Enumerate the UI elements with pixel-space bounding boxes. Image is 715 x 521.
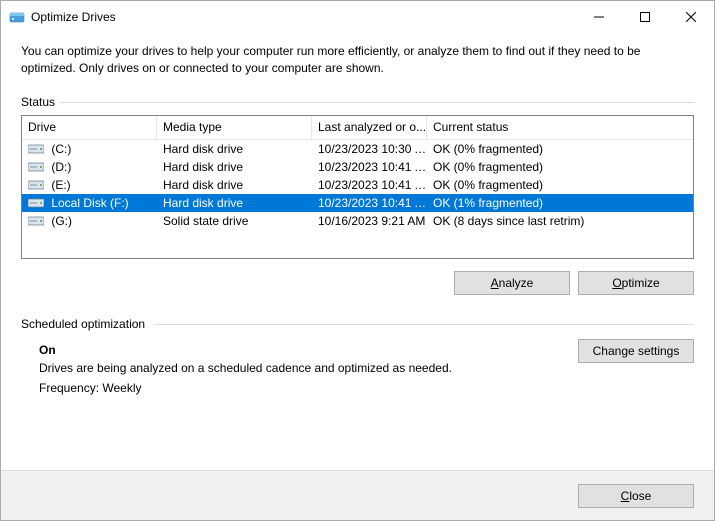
drive-table[interactable]: Drive Media type Last analyzed or o... C…: [21, 115, 694, 259]
cell-drive: Local Disk (F:): [22, 196, 157, 210]
close-dialog-button[interactable]: Close: [578, 484, 694, 508]
cell-status: OK (1% fragmented): [427, 196, 693, 210]
cell-last: 10/23/2023 10:41 A...: [312, 178, 427, 192]
sched-section-label: Scheduled optimization: [21, 317, 694, 331]
cell-drive: (D:): [22, 160, 157, 174]
drive-name: (E:): [48, 178, 71, 192]
drive-name: (D:): [48, 160, 71, 174]
drive-icon: [28, 197, 44, 209]
window-title: Optimize Drives: [31, 10, 116, 24]
cell-status: OK (0% fragmented): [427, 142, 693, 156]
table-row[interactable]: (E:) Hard disk drive10/23/2023 10:41 A...…: [22, 176, 693, 194]
drive-name: (C:): [48, 142, 71, 156]
app-icon: [9, 9, 25, 25]
action-buttons: Analyze Optimize: [21, 271, 694, 295]
analyze-button[interactable]: Analyze: [454, 271, 570, 295]
sched-freq: Frequency: Weekly: [39, 381, 694, 395]
titlebar-controls: [576, 1, 714, 33]
table-header[interactable]: Drive Media type Last analyzed or o... C…: [22, 116, 693, 140]
drive-icon: [28, 161, 44, 173]
table-body: (C:)Hard disk drive10/23/2023 10:30 A...…: [22, 140, 693, 230]
drive-icon: [28, 179, 44, 191]
change-settings-button[interactable]: Change settings: [578, 339, 694, 363]
drive-name: Local Disk (F:): [48, 196, 129, 210]
table-row[interactable]: (G:) Solid state drive10/16/2023 9:21 AMO…: [22, 212, 693, 230]
dialog-footer: Close: [1, 470, 714, 520]
cell-drive: (C:): [22, 142, 157, 156]
status-section-label: Status: [21, 95, 694, 109]
header-status[interactable]: Current status: [427, 116, 693, 139]
cell-drive: (E:): [22, 178, 157, 192]
drive-icon: [28, 143, 44, 155]
description-text: You can optimize your drives to help you…: [21, 43, 694, 77]
sched-body: On Drives are being analyzed on a schedu…: [21, 337, 694, 395]
cell-media: Hard disk drive: [157, 178, 312, 192]
cell-media: Hard disk drive: [157, 142, 312, 156]
table-row[interactable]: Local Disk (F:) Hard disk drive10/23/2023…: [22, 194, 693, 212]
table-row[interactable]: (D:) Hard disk drive10/23/2023 10:41 A...…: [22, 158, 693, 176]
header-drive[interactable]: Drive: [22, 116, 157, 139]
minimize-button[interactable]: [576, 1, 622, 33]
status-label-text: Status: [21, 95, 55, 109]
cell-drive: (G:): [22, 214, 157, 228]
optimize-button[interactable]: Optimize: [578, 271, 694, 295]
cell-status: OK (0% fragmented): [427, 178, 693, 192]
sched-label-text: Scheduled optimization: [21, 317, 145, 331]
cell-media: Hard disk drive: [157, 196, 312, 210]
table-row[interactable]: (C:) Hard disk drive10/23/2023 10:30 A...…: [22, 140, 693, 158]
cell-last: 10/23/2023 10:30 A...: [312, 142, 427, 156]
cell-last: 10/16/2023 9:21 AM: [312, 214, 427, 228]
titlebar[interactable]: Optimize Drives: [1, 1, 714, 33]
drive-icon: [28, 215, 44, 227]
sched-desc: Drives are being analyzed on a scheduled…: [39, 361, 694, 375]
header-media[interactable]: Media type: [157, 116, 312, 139]
header-last[interactable]: Last analyzed or o...: [312, 116, 427, 139]
cell-media: Solid state drive: [157, 214, 312, 228]
cell-last: 10/23/2023 10:41 A...: [312, 160, 427, 174]
cell-media: Hard disk drive: [157, 160, 312, 174]
cell-status: OK (0% fragmented): [427, 160, 693, 174]
cell-last: 10/23/2023 10:41 A...: [312, 196, 427, 210]
close-button[interactable]: [668, 1, 714, 33]
cell-status: OK (8 days since last retrim): [427, 214, 693, 228]
drive-name: (G:): [48, 214, 72, 228]
maximize-button[interactable]: [622, 1, 668, 33]
